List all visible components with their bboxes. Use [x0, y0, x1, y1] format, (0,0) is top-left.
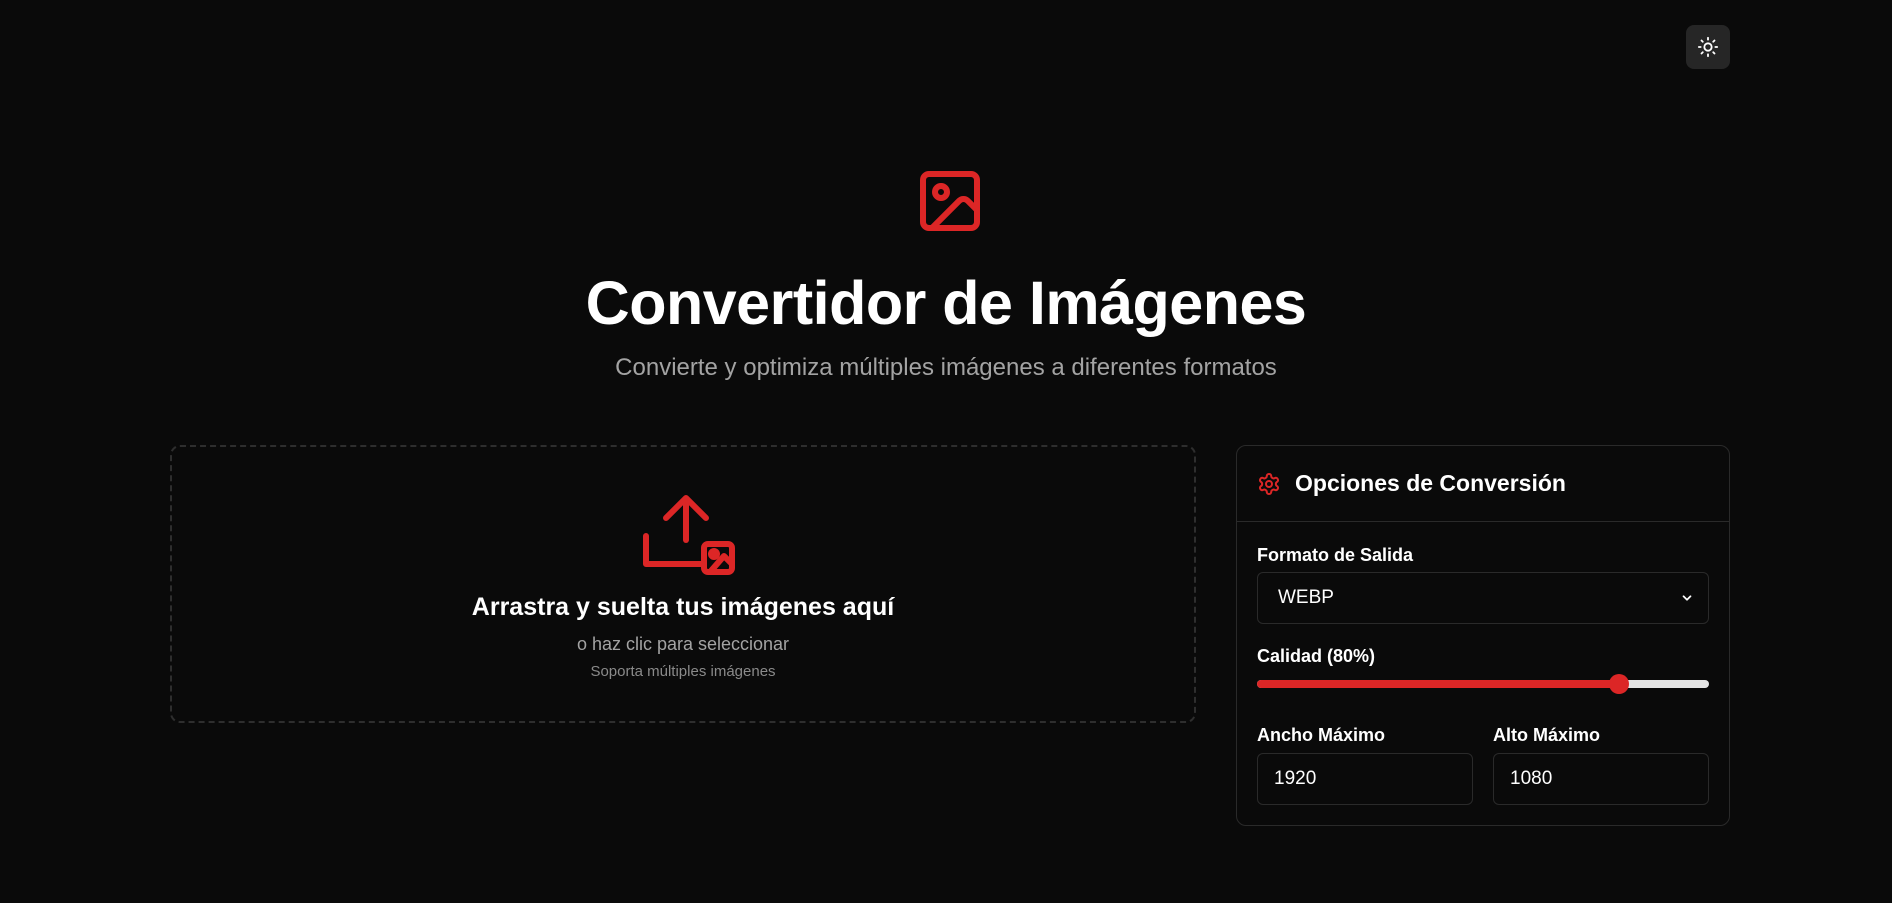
output-format-select[interactable]: WEBP [1257, 572, 1709, 624]
conversion-options-panel: Opciones de Conversión Formato de Salida… [1236, 445, 1730, 826]
slider-track [1257, 680, 1709, 688]
panel-title: Opciones de Conversión [1295, 470, 1566, 496]
format-value: WEBP [1278, 587, 1334, 608]
format-label: Formato de Salida [1257, 545, 1414, 565]
page: Convertidor de Imágenes Convierte y opti… [0, 0, 1892, 903]
image-icon [920, 171, 980, 231]
panel-header: Opciones de Conversión [1237, 446, 1729, 522]
max-width-input[interactable] [1257, 753, 1473, 805]
image-dropzone[interactable]: Arrastra y suelta tus imágenes aquí o ha… [170, 445, 1196, 723]
quality-label: Calidad (80%) [1257, 646, 1376, 666]
max-height-label: Alto Máximo [1493, 725, 1601, 745]
dropzone-title: Arrastra y suelta tus imágenes aquí [471, 593, 895, 621]
max-width-label: Ancho Máximo [1257, 725, 1386, 745]
page-title: Convertidor de Imágenes [585, 269, 1307, 337]
slider-fill [1257, 680, 1619, 688]
dropzone-note: Soporta múltiples imágenes [590, 663, 776, 680]
page-subtitle: Convierte y optimiza múltiples imágenes … [615, 354, 1277, 381]
chevron-down-icon [1682, 595, 1692, 601]
dropzone-subtitle: o haz clic para seleccionar [576, 634, 790, 654]
quality-slider[interactable] [1257, 674, 1709, 694]
theme-toggle-button[interactable] [1686, 25, 1730, 69]
max-height-input[interactable] [1493, 753, 1709, 805]
sun-icon [1697, 36, 1719, 58]
upload-image-icon [643, 495, 735, 575]
gear-icon [1259, 472, 1279, 495]
slider-thumb[interactable] [1608, 674, 1629, 694]
